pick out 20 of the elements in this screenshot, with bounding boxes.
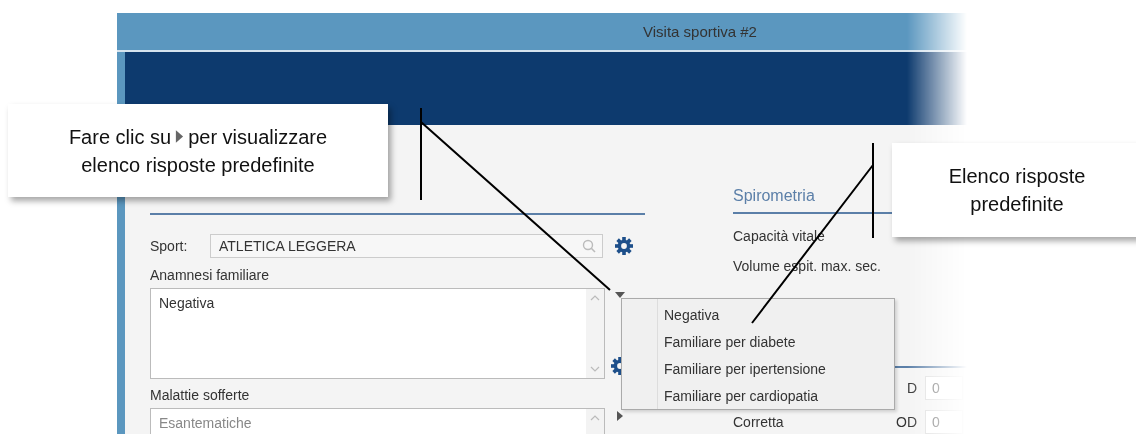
field-label: Anamnesi familiare <box>150 267 270 283</box>
settings-icon[interactable] <box>615 237 633 255</box>
caret-right-icon <box>175 129 185 144</box>
callout-text: Fare clic su <box>68 124 172 150</box>
menu-item[interactable]: Familiare per diabete <box>664 329 834 356</box>
eye-label: D <box>906 380 917 396</box>
field-label: Sport: <box>150 238 189 254</box>
menu-item[interactable]: Negativa <box>664 302 834 329</box>
menu-item[interactable]: Familiare per ipertensione <box>664 356 834 383</box>
window-title: Visita sportiva #2 <box>643 23 757 40</box>
menu-item[interactable]: Familiare per cardiopatia <box>664 383 834 410</box>
eye-label: OD <box>896 414 917 430</box>
field-label: Malattie sofferte <box>150 387 250 403</box>
text-area[interactable]: Esantematiche <box>150 408 605 434</box>
callout-text: elenco risposte predefinite <box>81 152 315 178</box>
callout-text: Elenco risposte predefinite <box>947 164 1087 217</box>
section-title: Spirometria <box>733 187 815 206</box>
field-label: Corretta <box>733 414 784 430</box>
sport-field[interactable]: ATLETICA LEGGERA <box>210 234 603 258</box>
callout-text: per visualizzare <box>188 124 328 150</box>
